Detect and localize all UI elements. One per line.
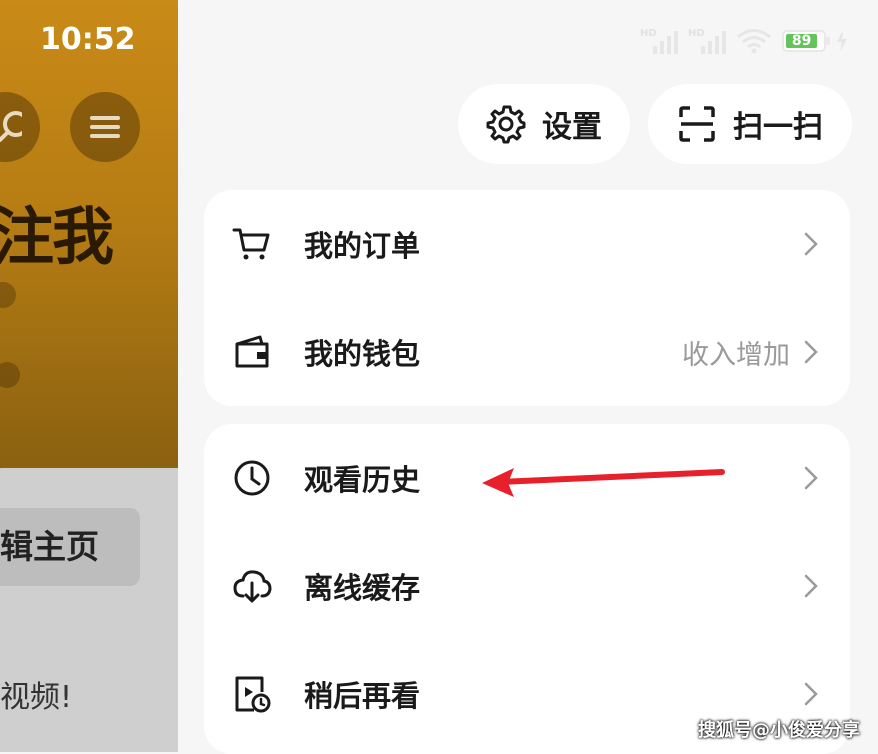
wallet-icon	[235, 335, 269, 368]
charging-icon	[837, 30, 847, 52]
scan-label: 扫一扫	[733, 110, 823, 145]
scan-button[interactable]: 扫一扫	[648, 84, 852, 164]
battery-indicator: 89	[782, 30, 830, 52]
chevron-right-icon	[804, 574, 818, 598]
background-caption: 视频!	[0, 680, 73, 715]
menu-item-label: 我的钱包	[304, 337, 421, 371]
menu-item-wallet[interactable]: 我的钱包 收入增加	[204, 302, 850, 402]
chevron-right-icon	[804, 232, 818, 256]
menu-card-orders-wallet: 我的订单 我的钱包 收入增加	[204, 190, 850, 406]
battery-level: 89	[786, 34, 818, 48]
watch-later-icon	[235, 676, 271, 713]
annotation-arrow-icon	[482, 468, 725, 497]
settings-button[interactable]: 设置	[458, 84, 630, 164]
menu-item-orders[interactable]: 我的订单	[204, 194, 850, 294]
clock-icon	[234, 460, 270, 496]
chevron-right-icon	[804, 466, 818, 490]
signal-icon: HD	[640, 28, 678, 54]
watermark: 搜狐号@小俊爱分享	[698, 720, 860, 741]
menu-item-label: 我的订单	[304, 229, 421, 263]
menu-item-label: 离线缓存	[304, 571, 421, 605]
decor-dot	[0, 362, 20, 388]
background-headline: 注我	[0, 200, 114, 273]
wallet-promo-text: 收入增加	[682, 339, 790, 371]
menu-button-bg	[70, 92, 140, 162]
search-icon	[0, 111, 22, 142]
signal-icon: HD	[688, 28, 726, 54]
cart-icon	[232, 228, 270, 260]
background-edit-button: 辑主页	[0, 508, 140, 586]
search-button-bg	[0, 92, 40, 162]
scan-icon	[679, 106, 715, 142]
cloud-download-icon	[233, 570, 272, 603]
menu-item-offline-cache[interactable]: 离线缓存	[204, 536, 850, 636]
chevron-right-icon	[804, 340, 818, 364]
chevron-right-icon	[804, 682, 818, 706]
settings-label: 设置	[542, 110, 602, 145]
menu-item-label: 观看历史	[304, 463, 421, 497]
menu-item-label: 稍后再看	[304, 679, 421, 713]
background-page: 10:52 注我 辑主页 视频!	[0, 0, 178, 752]
decor-dot	[0, 282, 16, 308]
menu-icon	[90, 116, 120, 138]
status-time: 10:52	[40, 22, 136, 57]
wifi-icon	[737, 29, 771, 54]
gear-icon	[486, 105, 526, 144]
status-bar: HD HD 89	[640, 28, 848, 54]
